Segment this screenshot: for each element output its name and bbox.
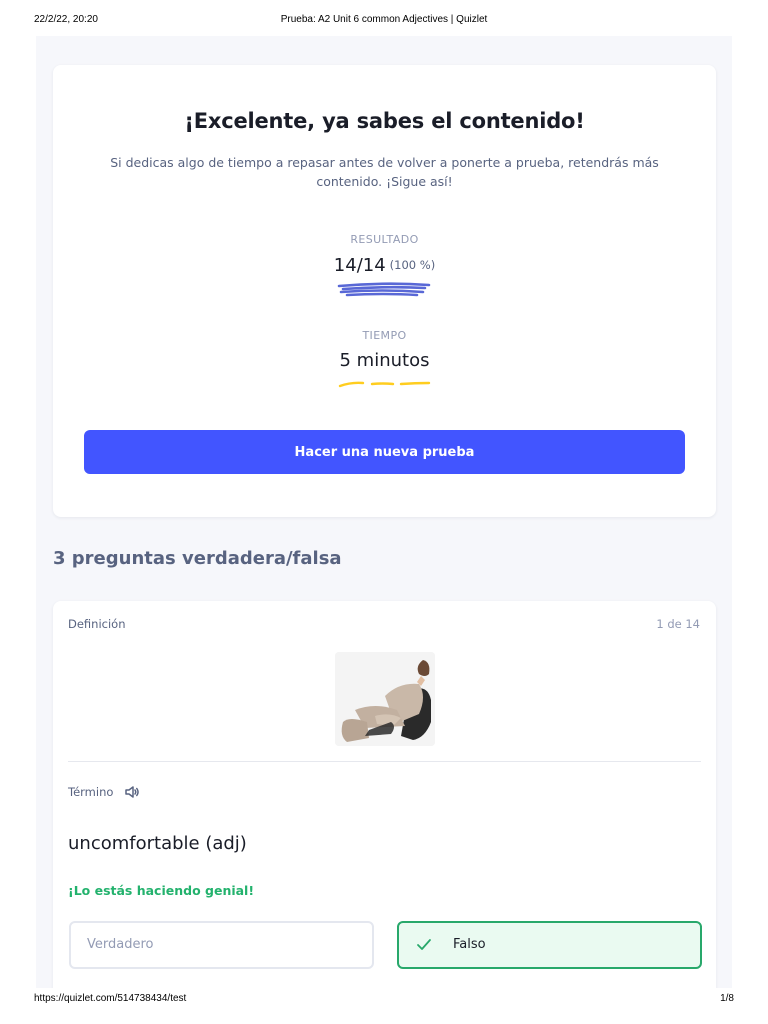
option-true-label: Verdadero (87, 937, 154, 952)
person-reclining-image (335, 652, 435, 746)
option-true-button[interactable]: Verdadero (69, 921, 374, 969)
page-content: ¡Excelente, ya sabes el contenido! Si de… (36, 36, 732, 988)
score-fraction: 14/14 (333, 255, 386, 276)
term-label: Término (68, 785, 114, 799)
feedback-message: ¡Lo estás haciendo genial! (68, 883, 255, 898)
new-test-button[interactable]: Hacer una nueva prueba (84, 430, 685, 474)
time-label: TIEMPO (362, 329, 407, 342)
divider (68, 761, 701, 762)
print-header: 22/2/22, 20:20 Prueba: A2 Unit 6 common … (0, 14, 768, 34)
question-card: Definición 1 de 14 Término uncomfortable… (53, 601, 716, 988)
definition-label: Definición (68, 617, 126, 631)
print-page-number: 1/8 (720, 993, 734, 1004)
result-title: ¡Excelente, ya sabes el contenido! (184, 109, 585, 133)
score-percent: (100 %) (389, 258, 436, 272)
print-page-title: Prueba: A2 Unit 6 common Adjectives | Qu… (280, 14, 488, 25)
option-false-button[interactable]: Falso (397, 921, 702, 969)
print-footer: https://quizlet.com/514738434/test 1/8 (0, 993, 768, 1013)
result-card: ¡Excelente, ya sabes el contenido! Si de… (53, 65, 716, 517)
question-counter: 1 de 14 (656, 617, 700, 631)
check-icon (417, 939, 431, 950)
section-heading: 3 preguntas verdadera/falsa (53, 548, 342, 569)
print-url: https://quizlet.com/514738434/test (34, 993, 187, 1004)
term-text: uncomfortable (adj) (68, 833, 247, 854)
result-subtitle: Si dedicas algo de tiempo a repasar ante… (110, 155, 659, 189)
time-value: 5 minutos (339, 350, 430, 371)
definition-image (335, 652, 435, 746)
score-label: RESULTADO (350, 233, 419, 246)
time-scribble-icon (338, 381, 430, 388)
speaker-icon[interactable] (124, 784, 140, 800)
score-value: 14/14 (100 %) (53, 255, 716, 276)
score-scribble-icon (337, 282, 430, 297)
option-false-label: Falso (453, 937, 486, 952)
